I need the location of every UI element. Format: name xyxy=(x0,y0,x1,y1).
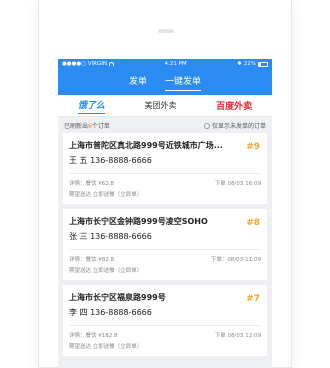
tab-baidu[interactable]: 百度外卖 xyxy=(216,99,252,112)
speaker-icon xyxy=(158,29,174,33)
divider xyxy=(69,173,261,174)
order-delivery: 期望送达 立即送餐（立即单） xyxy=(69,268,143,274)
status-bar: ●●●●○ VIRGIN 4:21 PM ✱ 22% xyxy=(58,59,272,69)
carrier-label: ●●●●○ VIRGIN xyxy=(62,61,107,67)
refresh-summary: 已刷新出6个订单 xyxy=(64,122,110,130)
battery-icon xyxy=(258,61,268,67)
app-screen: ●●●●○ VIRGIN 4:21 PM ✱ 22% 发单 一键发单 饿了么 美… xyxy=(58,59,272,368)
top-tabs: 发单 一键发单 xyxy=(58,69,272,91)
order-detail: 详情：餐饮 ¥182.8 xyxy=(69,333,118,339)
order-address: 上海市长宁区福泉路999号 xyxy=(69,293,166,302)
tab-dispatch[interactable]: 发单 xyxy=(129,74,147,91)
info-bar: 已刷新出6个订单 仅显示未发单的订单 xyxy=(58,117,272,133)
order-delivery: 期望送达 立即送餐（立即单） xyxy=(69,192,143,198)
order-address: 上海市普陀区真北路999号近铁城市广场... xyxy=(69,141,223,150)
order-detail: 详情：餐饮 ¥62.8 xyxy=(69,181,114,187)
order-card[interactable]: 上海市普陀区真北路999号近铁城市广场... 王 五 136-8888-6666… xyxy=(63,133,267,204)
tab-eleme[interactable]: 饿了么 xyxy=(77,98,105,114)
order-number: #7 xyxy=(246,294,260,304)
tab-meituan[interactable]: 美团外卖 xyxy=(145,100,177,111)
tab-one-click-dispatch[interactable]: 一键发单 xyxy=(165,74,202,91)
battery-label: 22% xyxy=(243,61,256,67)
order-contact: 张 三 136-8888-6666 xyxy=(69,232,152,241)
order-contact: 李 四 136-8888-6666 xyxy=(69,308,152,317)
order-card[interactable]: 上海市长宁区福泉路999号 李 四 136-8888-6666 #7 详情：餐饮… xyxy=(63,285,267,356)
order-delivery: 期望送达 立即送餐（立即单） xyxy=(69,344,143,350)
wifi-icon xyxy=(108,62,114,66)
platform-tabs: 饿了么 美团外卖 百度外卖 xyxy=(58,95,272,117)
order-detail: 详情：餐饮 ¥82.8 xyxy=(69,257,114,263)
order-contact: 王 五 136-8888-6666 xyxy=(69,156,152,165)
app-header: ●●●●○ VIRGIN 4:21 PM ✱ 22% 发单 一键发单 xyxy=(58,59,272,95)
order-number: #8 xyxy=(246,218,260,228)
divider xyxy=(69,249,261,250)
order-time: 下单 08/03 16:09 xyxy=(214,181,261,187)
bluetooth-icon: ✱ xyxy=(237,61,242,67)
order-card[interactable]: 上海市长宁区金钟路999号凌空SOHO 张 三 136-8888-6666 #8… xyxy=(63,209,267,280)
status-time: 4:21 PM xyxy=(164,61,187,67)
order-address: 上海市长宁区金钟路999号凌空SOHO xyxy=(69,217,208,226)
order-time: 下单 08/03 12:09 xyxy=(214,333,261,339)
divider xyxy=(69,325,261,326)
order-number: #9 xyxy=(246,142,260,152)
unsent-filter[interactable]: 仅显示未发单的订单 xyxy=(203,121,266,130)
checkbox-icon[interactable] xyxy=(203,122,210,129)
order-time: 下单：08/03-11:09 xyxy=(210,257,261,263)
